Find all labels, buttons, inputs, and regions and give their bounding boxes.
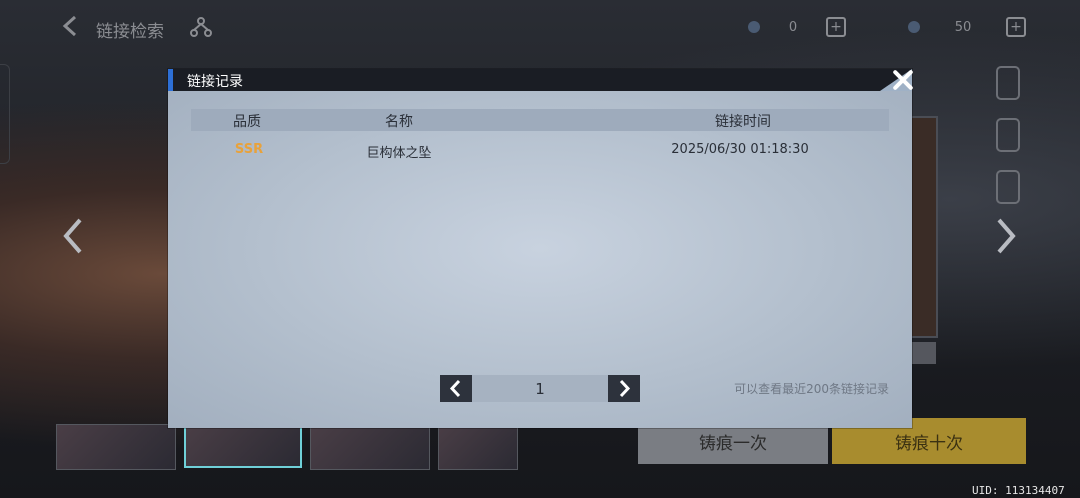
- side-menu: [996, 66, 1022, 222]
- resource-counter-2: 50 +: [908, 16, 1026, 38]
- back-arrow-icon[interactable]: [60, 14, 80, 38]
- chevron-left-icon[interactable]: [62, 216, 84, 256]
- banner-thumbnail[interactable]: [310, 424, 430, 470]
- shop-icon[interactable]: [996, 170, 1020, 204]
- page-number: 1: [472, 375, 608, 402]
- top-bar: 链接检索 0 + 50 +: [0, 0, 1080, 56]
- currency-icon: [748, 21, 760, 33]
- page-title: 链接检索: [96, 22, 164, 42]
- banner-thumbnails: [56, 424, 518, 470]
- dialog-header: 链接记录: [168, 69, 912, 91]
- table-row: SSR 巨构体之坠 2025/06/30 01:18:30: [191, 140, 889, 162]
- banner-thumbnail[interactable]: [438, 424, 518, 470]
- column-time: 链接时间: [715, 114, 771, 130]
- uid-label: UID: 113134407: [972, 484, 1065, 497]
- column-name: 名称: [385, 114, 413, 130]
- chevron-left-icon: [449, 379, 461, 398]
- column-quality: 品质: [233, 114, 261, 130]
- prev-page-button[interactable]: [440, 375, 472, 402]
- resource-value: 50: [954, 19, 972, 35]
- side-drawer-handle[interactable]: [0, 64, 10, 164]
- banner-thumbnail[interactable]: [56, 424, 176, 470]
- plus-icon[interactable]: +: [1006, 17, 1026, 37]
- record-icon[interactable]: [996, 118, 1020, 152]
- chevron-right-icon: [619, 379, 631, 398]
- plus-icon[interactable]: +: [826, 17, 846, 37]
- tree-icon[interactable]: [190, 16, 212, 38]
- close-icon[interactable]: [889, 66, 917, 94]
- table-header: 品质 名称 链接时间: [191, 109, 889, 131]
- currency-icon: [908, 21, 920, 33]
- pull-ten-label: 铸痕十次: [895, 433, 963, 454]
- pagination: 1: [440, 375, 640, 402]
- pull-once-label: 铸痕一次: [699, 433, 767, 454]
- row-time: 2025/06/30 01:18:30: [671, 142, 809, 157]
- header-accent: [168, 69, 173, 91]
- row-quality: SSR: [234, 142, 264, 157]
- banner-preview-footer: [912, 342, 936, 364]
- record-limit-note: 可以查看最近200条链接记录: [734, 382, 889, 396]
- dialog-title: 链接记录: [187, 74, 243, 90]
- banner-preview: [912, 116, 938, 338]
- banner-thumbnail-selected[interactable]: [184, 424, 302, 468]
- next-page-button[interactable]: [608, 375, 640, 402]
- row-name: 巨构体之坠: [366, 146, 432, 161]
- resource-counter-1: 0 +: [748, 16, 846, 38]
- detail-icon[interactable]: [996, 66, 1020, 100]
- chevron-right-icon[interactable]: [995, 216, 1017, 256]
- resource-value: 0: [788, 19, 798, 35]
- record-dialog: 链接记录 品质 名称 链接时间 SSR 巨构体之坠 2025/06/30 01:…: [168, 69, 912, 428]
